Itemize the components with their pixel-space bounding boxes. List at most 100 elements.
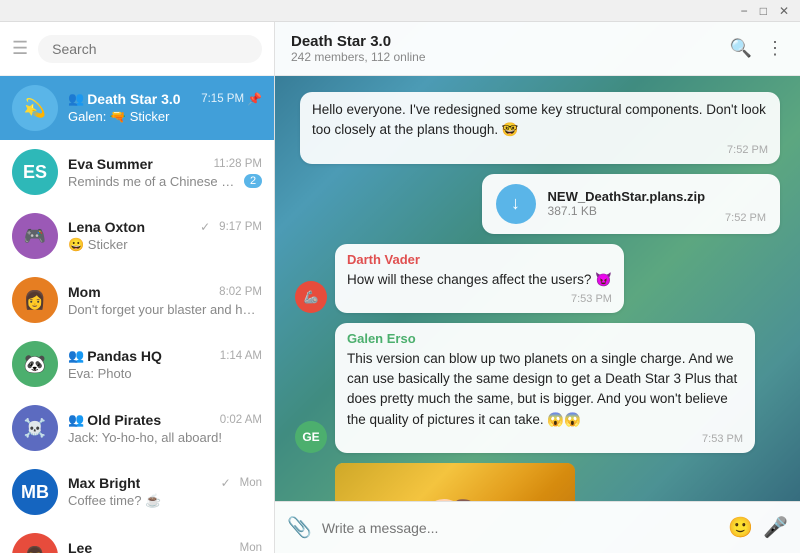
unread-badge: 2 (244, 174, 262, 188)
messages-area: Hello everyone. I've redesigned some key… (275, 76, 800, 501)
chat-info-pandas-hq: 👥 Pandas HQ 1:14 AM Eva: Photo (68, 348, 262, 381)
chat-item-death-star[interactable]: 💫 👥 Death Star 3.0 7:15 PM 📌 Galen: 🔫 St… (0, 76, 274, 140)
sender-name-darth: Darth Vader (347, 252, 612, 267)
chat-name-old-pirates: 👥 Old Pirates (68, 412, 161, 428)
file-size: 387.1 KB (548, 204, 705, 218)
avatar-lee: 👨 (12, 533, 58, 553)
avatar-galen: GE (295, 421, 327, 453)
message-time-4: 7:53 PM (347, 433, 743, 445)
hamburger-icon[interactable]: ☰ (12, 38, 28, 59)
avatar-old-pirates: ☠️ (12, 405, 58, 451)
chat-time-eva-summer: 11:28 PM (214, 158, 262, 170)
avatar-darth: 🦾 (295, 281, 327, 313)
chat-info-max-bright: Max Bright ✓ Mon Coffee time? ☕ (68, 475, 262, 509)
titlebar: − □ ✕ (0, 0, 800, 22)
chat-name-eva-summer: Eva Summer (68, 156, 153, 172)
chat-time-lee: Mon (240, 542, 262, 553)
avatar-pandas-hq: 🐼 (12, 341, 58, 387)
sticker-image: 🐕 (335, 463, 575, 501)
chat-input-area: 📎 🙂 🎤 (275, 501, 800, 553)
message-bubble-4: Galen Erso This version can blow up two … (335, 323, 755, 453)
message-5-sticker: 🌟 🐕 (295, 463, 780, 501)
chat-item-max-bright[interactable]: MB Max Bright ✓ Mon Coffee time? ☕ (0, 460, 274, 524)
chat-item-lee[interactable]: 👨 Lee Mon We can call it Galaxy Star 7 ;… (0, 524, 274, 553)
chat-preview-eva-summer: Reminds me of a Chinese prove... 2 (68, 174, 262, 189)
chat-item-pandas-hq[interactable]: 🐼 👥 Pandas HQ 1:14 AM Eva: Photo (0, 332, 274, 396)
chat-time-pandas-hq: 1:14 AM (220, 350, 262, 362)
sidebar-header: ☰ (0, 22, 274, 76)
chat-info-eva-summer: Eva Summer 11:28 PM Reminds me of a Chin… (68, 156, 262, 189)
sidebar: ☰ 💫 👥 Death Star 3.0 7:15 PM 📌 Galen: 🔫 … (0, 22, 275, 553)
chat-name-mom: Mom (68, 284, 101, 300)
search-input[interactable] (38, 35, 262, 63)
chat-time-max-bright: Mon (240, 477, 262, 489)
chat-info-old-pirates: 👥 Old Pirates 0:02 AM Jack: Yo-ho-ho, al… (68, 412, 262, 445)
chat-item-mom[interactable]: 👩 Mom 8:02 PM Don't forget your blaster … (0, 268, 274, 332)
pin-icon: 📌 (247, 92, 262, 106)
chat-name-pandas-hq: 👥 Pandas HQ (68, 348, 162, 364)
file-name: NEW_DeathStar.plans.zip (548, 189, 705, 204)
file-info: NEW_DeathStar.plans.zip 387.1 KB (548, 189, 705, 218)
chat-header-info: Death Star 3.0 242 members, 112 online (291, 33, 730, 64)
chat-info-mom: Mom 8:02 PM Don't forget your blaster an… (68, 284, 262, 317)
maximize-button[interactable]: □ (757, 4, 770, 18)
message-text-4: This version can blow up two planets on … (347, 349, 743, 430)
chat-time-old-pirates: 0:02 AM (220, 414, 262, 426)
chat-header: Death Star 3.0 242 members, 112 online 🔍… (275, 22, 800, 76)
check-icon: ✓ (200, 220, 210, 234)
avatar-max-bright: MB (12, 469, 58, 515)
chat-item-eva-summer[interactable]: ES Eva Summer 11:28 PM Reminds me of a C… (0, 140, 274, 204)
message-text-3: How will these changes affect the users?… (347, 270, 612, 290)
chat-time-death-star: 7:15 PM (201, 93, 244, 105)
chat-name-death-star: 👥 Death Star 3.0 (68, 91, 181, 107)
message-3: 🦾 Darth Vader How will these changes aff… (295, 244, 780, 313)
chat-item-old-pirates[interactable]: ☠️ 👥 Old Pirates 0:02 AM Jack: Yo-ho-ho,… (0, 396, 274, 460)
mic-icon[interactable]: 🎤 (763, 515, 788, 540)
avatar-death-star: 💫 (12, 85, 58, 131)
chat-item-lena-oxton[interactable]: 🎮 Lena Oxton ✓ 9:17 PM 😀 Sticker (0, 204, 274, 268)
chat-preview-pandas-hq: Eva: Photo (68, 366, 262, 381)
minimize-button[interactable]: − (738, 4, 751, 18)
avatar-lena-oxton: 🎮 (12, 213, 58, 259)
message-time-1: 7:52 PM (312, 144, 768, 156)
chat-name-lee: Lee (68, 540, 92, 553)
chat-preview-death-star: Galen: 🔫 Sticker (68, 109, 262, 125)
avatar-eva-summer: ES (12, 149, 58, 195)
message-1: Hello everyone. I've redesigned some key… (295, 92, 780, 164)
message-text-1: Hello everyone. I've redesigned some key… (312, 100, 768, 141)
chat-preview-max-bright: Coffee time? ☕ (68, 493, 262, 509)
more-options-button[interactable]: ⋮ (766, 38, 784, 59)
chat-info-lee: Lee Mon We can call it Galaxy Star 7 ;) (68, 540, 262, 553)
chat-info-death-star: 👥 Death Star 3.0 7:15 PM 📌 Galen: 🔫 Stic… (68, 91, 262, 125)
emoji-icon[interactable]: 🙂 (728, 515, 753, 540)
chat-preview-old-pirates: Jack: Yo-ho-ho, all aboard! (68, 430, 262, 445)
chat-time-mom: 8:02 PM (219, 286, 262, 298)
chat-name-max-bright: Max Bright (68, 475, 140, 491)
group-icon: 👥 (68, 91, 84, 107)
file-bubble: ↓ NEW_DeathStar.plans.zip 387.1 KB 7:52 … (482, 174, 780, 234)
message-2: ↓ NEW_DeathStar.plans.zip 387.1 KB 7:52 … (295, 174, 780, 234)
search-button[interactable]: 🔍 (730, 38, 752, 59)
attach-icon[interactable]: 📎 (287, 515, 312, 540)
chat-preview-lena-oxton: 😀 Sticker (68, 237, 262, 253)
message-bubble-1: Hello everyone. I've redesigned some key… (300, 92, 780, 164)
chat-area: Death Star 3.0 242 members, 112 online 🔍… (275, 22, 800, 553)
avatar-mom: 👩 (12, 277, 58, 323)
message-input[interactable] (322, 520, 718, 536)
group-icon: 👥 (68, 348, 84, 364)
chat-list: 💫 👥 Death Star 3.0 7:15 PM 📌 Galen: 🔫 St… (0, 76, 274, 553)
message-4: GE Galen Erso This version can blow up t… (295, 323, 780, 453)
message-bubble-3: Darth Vader How will these changes affec… (335, 244, 624, 313)
chat-time-lena-oxton: 9:17 PM (219, 221, 262, 233)
group-icon: 👥 (68, 412, 84, 428)
chat-status: 242 members, 112 online (291, 50, 730, 64)
file-time: 7:52 PM (725, 212, 766, 224)
chat-preview-mom: Don't forget your blaster and helmet (68, 302, 262, 317)
close-button[interactable]: ✕ (776, 4, 792, 18)
chat-name: Death Star 3.0 (291, 33, 730, 50)
message-time-3: 7:53 PM (347, 293, 612, 305)
download-icon[interactable]: ↓ (496, 184, 536, 224)
check-icon: ✓ (221, 476, 231, 490)
chat-name-lena-oxton: Lena Oxton (68, 219, 145, 235)
chat-info-lena-oxton: Lena Oxton ✓ 9:17 PM 😀 Sticker (68, 219, 262, 253)
